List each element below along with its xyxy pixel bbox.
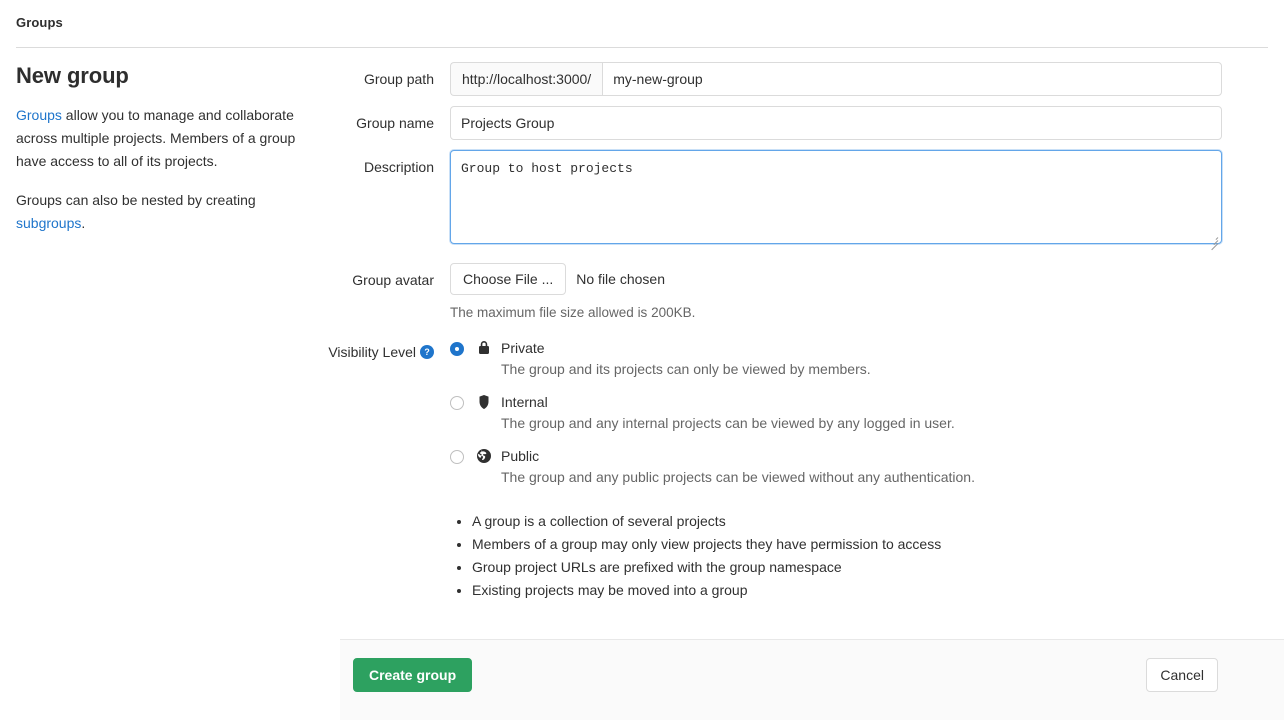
breadcrumb[interactable]: Groups	[16, 15, 63, 30]
choose-file-button[interactable]: Choose File ...	[450, 263, 566, 295]
group-name-label: Group name	[0, 106, 450, 140]
visibility-level-control: Private The group and its projects can o…	[450, 338, 1268, 602]
group-name-control	[450, 106, 1268, 140]
radio-public[interactable]	[450, 450, 464, 464]
group-name-input[interactable]	[450, 106, 1222, 140]
group-path-input-group: http://localhost:3000/	[450, 62, 1222, 96]
visibility-option-private[interactable]: Private The group and its projects can o…	[450, 338, 1252, 380]
cancel-button[interactable]: Cancel	[1146, 658, 1218, 692]
visibility-internal-title: Internal	[501, 394, 548, 410]
group-path-prefix: http://localhost:3000/	[450, 62, 602, 96]
form-row-description: Description	[0, 150, 1284, 247]
visibility-notes-list: A group is a collection of several proje…	[450, 510, 1252, 602]
description-textarea[interactable]	[450, 150, 1222, 244]
visibility-internal-text: Internal The group and any internal proj…	[501, 392, 1252, 434]
description-textarea-wrap	[450, 150, 1222, 247]
list-item: Group project URLs are prefixed with the…	[472, 556, 1252, 579]
breadcrumb-divider	[16, 47, 1268, 48]
form-row-group-path: Group path http://localhost:3000/	[0, 62, 1284, 96]
question-circle-icon[interactable]: ?	[420, 344, 434, 358]
visibility-internal-description: The group and any internal projects can …	[501, 413, 1252, 434]
visibility-public-description: The group and any public projects can be…	[501, 467, 1252, 488]
group-avatar-label: Group avatar	[0, 263, 450, 297]
radio-internal[interactable]	[450, 396, 464, 410]
visibility-level-label-wrap: Visibility Level?	[0, 338, 450, 362]
description-control	[450, 150, 1268, 247]
visibility-level-label: Visibility Level	[328, 344, 416, 360]
create-group-button[interactable]: Create group	[353, 658, 472, 692]
visibility-option-internal[interactable]: Internal The group and any internal proj…	[450, 392, 1252, 434]
file-input-row: Choose File ... No file chosen	[450, 263, 1252, 295]
visibility-private-title: Private	[501, 340, 545, 356]
description-label: Description	[0, 150, 450, 184]
new-group-form: Group path http://localhost:3000/ Group …	[0, 62, 1284, 612]
breadcrumb-bar: Groups	[0, 0, 1284, 48]
visibility-option-public[interactable]: Public The group and any public projects…	[450, 446, 1252, 488]
group-path-control: http://localhost:3000/	[450, 62, 1268, 96]
group-avatar-control: Choose File ... No file chosen The maxim…	[450, 263, 1268, 320]
globe-icon	[476, 448, 492, 464]
group-path-label: Group path	[0, 62, 450, 96]
form-row-visibility-level: Visibility Level? Private The group and …	[0, 338, 1284, 602]
no-file-chosen-text: No file chosen	[576, 271, 665, 287]
lock-icon	[476, 340, 492, 356]
radio-private[interactable]	[450, 342, 464, 356]
visibility-public-title: Public	[501, 448, 539, 464]
svg-text:?: ?	[424, 347, 429, 357]
form-row-group-avatar: Group avatar Choose File ... No file cho…	[0, 263, 1284, 320]
visibility-private-description: The group and its projects can only be v…	[501, 359, 1252, 380]
list-item: Existing projects may be moved into a gr…	[472, 579, 1252, 602]
shield-icon	[476, 394, 492, 410]
group-path-input[interactable]	[602, 62, 1222, 96]
visibility-public-text: Public The group and any public projects…	[501, 446, 1252, 488]
visibility-private-text: Private The group and its projects can o…	[501, 338, 1252, 380]
form-actions-footer: Create group Cancel	[340, 639, 1284, 720]
form-row-group-name: Group name	[0, 106, 1284, 140]
list-item: Members of a group may only view project…	[472, 533, 1252, 556]
list-item: A group is a collection of several proje…	[472, 510, 1252, 533]
file-size-hint: The maximum file size allowed is 200KB.	[450, 305, 1252, 320]
